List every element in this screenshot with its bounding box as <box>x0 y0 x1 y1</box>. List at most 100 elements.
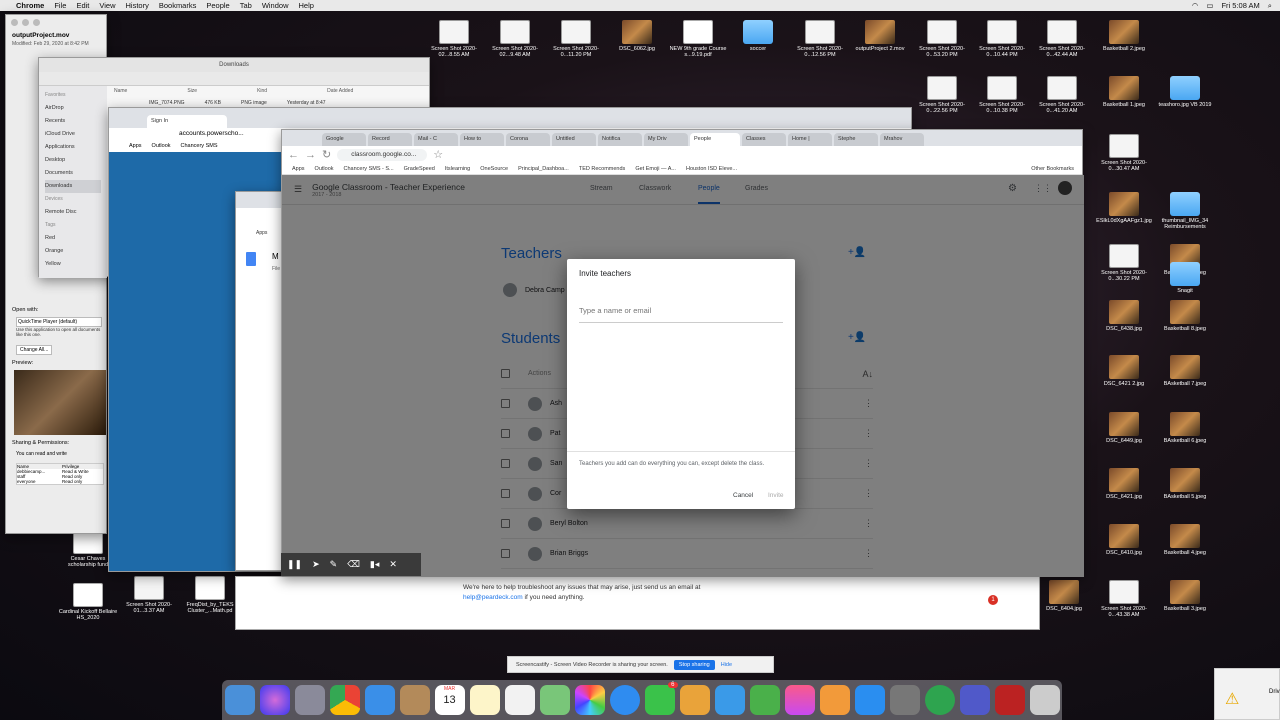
desktop-icon[interactable]: Cardinal Kickoff Bellaire HS_2020 <box>58 583 118 621</box>
keynote-dock-icon[interactable] <box>714 685 745 715</box>
camera-icon[interactable]: ▮◂ <box>370 559 379 570</box>
desktop-icon[interactable]: Screen Shot 2020-0...41.20 AM <box>1032 76 1092 114</box>
desktop-icon[interactable]: BAsketball 7.jpeg <box>1155 355 1215 387</box>
sidebar-item-desktop[interactable]: Desktop <box>45 154 101 167</box>
desktop-icon[interactable]: DSC_6062.jpg <box>607 20 667 52</box>
desktop-icon[interactable]: Screen Shot 2020-0...10.38 PM <box>972 76 1032 114</box>
desktop-icon[interactable]: ESlkL0dXgAAFgz1.jpg <box>1094 192 1154 224</box>
zoom-icon[interactable] <box>33 19 40 26</box>
desktop-icon[interactable]: Basketball 4.jpeg <box>1155 524 1215 556</box>
reload-icon[interactable]: ↻ <box>322 148 331 161</box>
photos-dock-icon[interactable] <box>574 685 605 715</box>
col-name[interactable]: Name <box>114 88 127 94</box>
sidebar-item-documents[interactable]: Documents <box>45 167 101 180</box>
bookmark-apps[interactable]: Apps <box>129 140 142 152</box>
browser-tab[interactable]: My Driv <box>644 133 688 146</box>
stop-sharing-button[interactable]: Stop sharing <box>673 659 715 670</box>
spotlight-icon[interactable]: ⌕ <box>1268 1 1272 11</box>
desktop-icon[interactable]: Screen Shot 2020-0...22.56 PM <box>912 76 972 114</box>
system-preferences-dock-icon[interactable] <box>889 685 920 715</box>
desktop-icon[interactable]: Screen Shot 2020-0...43.38 AM <box>1094 580 1154 618</box>
desktop-icon[interactable]: BAsketball 6.jpeg <box>1155 412 1215 444</box>
browser-tab[interactable]: Untitled <box>552 133 596 146</box>
pages-dock-icon[interactable] <box>679 685 710 715</box>
desktop-icon[interactable]: Basketball 2.jpeg <box>1094 20 1154 52</box>
cursor-icon[interactable]: ➤ <box>312 559 320 570</box>
col-date[interactable]: Date Added <box>327 88 353 94</box>
perm-row[interactable]: everyone Read only <box>17 479 103 484</box>
books-dock-icon[interactable] <box>819 685 850 715</box>
desktop-icon[interactable]: outputProject 2.mov <box>850 20 910 52</box>
menu-file[interactable]: File <box>54 1 66 10</box>
invite-button[interactable]: Invite <box>768 492 784 499</box>
browser-tab[interactable]: Home | <box>788 133 832 146</box>
file-row[interactable]: IMG_7074.PNG 476 KB PNG image Yesterday … <box>149 100 326 106</box>
teams-dock-icon[interactable] <box>959 685 990 715</box>
bookmark-item[interactable]: GradeSpeed <box>404 166 435 172</box>
desktop-icon[interactable]: Snagit <box>1155 262 1215 294</box>
browser-tab[interactable]: Record <box>368 133 412 146</box>
menu-history[interactable]: History <box>126 1 149 10</box>
sidebar-item-remote-disc[interactable]: Remote Disc <box>45 206 101 219</box>
desktop-icon[interactable]: Screen Shot 2020-0...11.20 PM <box>546 20 606 58</box>
sidebar-item-recents[interactable]: Recents <box>45 115 101 128</box>
browser-tab[interactable]: People <box>690 133 740 146</box>
battery-icon[interactable]: ▭ <box>1206 1 1213 11</box>
menu-bookmarks[interactable]: Bookmarks <box>159 1 197 10</box>
desktop-icon[interactable]: Basketball 1.jpeg <box>1094 76 1154 108</box>
tag-orange[interactable]: Orange <box>45 245 101 258</box>
notification-badge[interactable]: 1 <box>988 595 998 605</box>
col-kind[interactable]: Kind <box>257 88 267 94</box>
sidebar-item-icloud[interactable]: iCloud Drive <box>45 128 101 141</box>
eraser-icon[interactable]: ⌫ <box>347 559 360 570</box>
minimize-icon[interactable] <box>22 19 29 26</box>
desktop-icon[interactable]: teashoro.jpg VB 2019 <box>1155 76 1215 108</box>
tag-yellow[interactable]: Yellow <box>45 258 101 271</box>
tag-red[interactable]: Red <box>45 232 101 245</box>
maps-dock-icon[interactable] <box>539 685 570 715</box>
sidebar-item-downloads[interactable]: Downloads <box>45 180 101 193</box>
wifi-icon[interactable]: ◠ <box>1192 1 1199 11</box>
other-bookmarks[interactable]: Other Bookmarks <box>1031 166 1074 172</box>
browser-tab[interactable]: Stephe <box>834 133 878 146</box>
bookmark-outlook[interactable]: Outlook <box>152 140 171 152</box>
close-icon[interactable] <box>11 19 18 26</box>
bookmark-item[interactable]: Houston ISD Eleve... <box>686 166 737 172</box>
desktop-icon[interactable]: DSC_6421 2.jpg <box>1094 355 1154 387</box>
desktop-icon[interactable]: DSC_6449.jpg <box>1094 412 1154 444</box>
desktop-icon[interactable]: DSC_6410.jpg <box>1094 524 1154 556</box>
forward-icon[interactable]: → <box>305 149 316 161</box>
desktop-icon[interactable]: Screen Shot 2020-0...10.44 PM <box>972 20 1032 58</box>
menu-people[interactable]: People <box>206 1 229 10</box>
browser-tab[interactable]: Notifica <box>598 133 642 146</box>
close-toolbar-icon[interactable]: ✕ <box>389 559 397 570</box>
browser-tab[interactable]: Google <box>322 133 366 146</box>
desktop-icon[interactable]: Basketball 3.jpeg <box>1155 580 1215 612</box>
desktop-icon[interactable]: DSC_6438.jpg <box>1094 300 1154 332</box>
help-email-link[interactable]: help@peardeck.com <box>463 594 523 601</box>
bookmark-item[interactable]: OneSource <box>480 166 508 172</box>
app-store-dock-icon[interactable] <box>854 685 885 715</box>
bookmark-item[interactable]: Apps <box>292 166 305 172</box>
star-icon[interactable]: ☆ <box>433 148 443 161</box>
tab-sign-in[interactable]: Sign In <box>147 115 227 128</box>
app-dock-icon[interactable] <box>994 685 1025 715</box>
bookmark-chancery[interactable]: Chancery SMS <box>181 140 218 152</box>
desktop-icon[interactable]: Basketball 8.jpeg <box>1155 300 1215 332</box>
desktop-icon[interactable]: thumbnail_IMG_34 Reimbursements <box>1155 192 1215 230</box>
bookmark-item[interactable]: Principal_Dashboa... <box>518 166 569 172</box>
desktop-icon[interactable]: soccer <box>728 20 788 52</box>
bookmark-item[interactable]: TED Recommends <box>579 166 625 172</box>
teacher-search-input[interactable] <box>579 299 783 323</box>
sidebar-item-applications[interactable]: Applications <box>45 141 101 154</box>
launchpad-dock-icon[interactable] <box>294 685 325 715</box>
browser-tab[interactable]: Corona <box>506 133 550 146</box>
bookmark-item[interactable]: Outlook <box>315 166 334 172</box>
change-all-button[interactable]: Change All... <box>16 345 53 355</box>
music-dock-icon[interactable] <box>784 685 815 715</box>
trash-dock-icon[interactable] <box>1029 685 1060 715</box>
browser-tab[interactable]: Mail - C <box>414 133 458 146</box>
menu-help[interactable]: Help <box>299 1 314 10</box>
browser-tab[interactable]: Classes <box>742 133 786 146</box>
menu-app-name[interactable]: Chrome <box>16 1 44 10</box>
